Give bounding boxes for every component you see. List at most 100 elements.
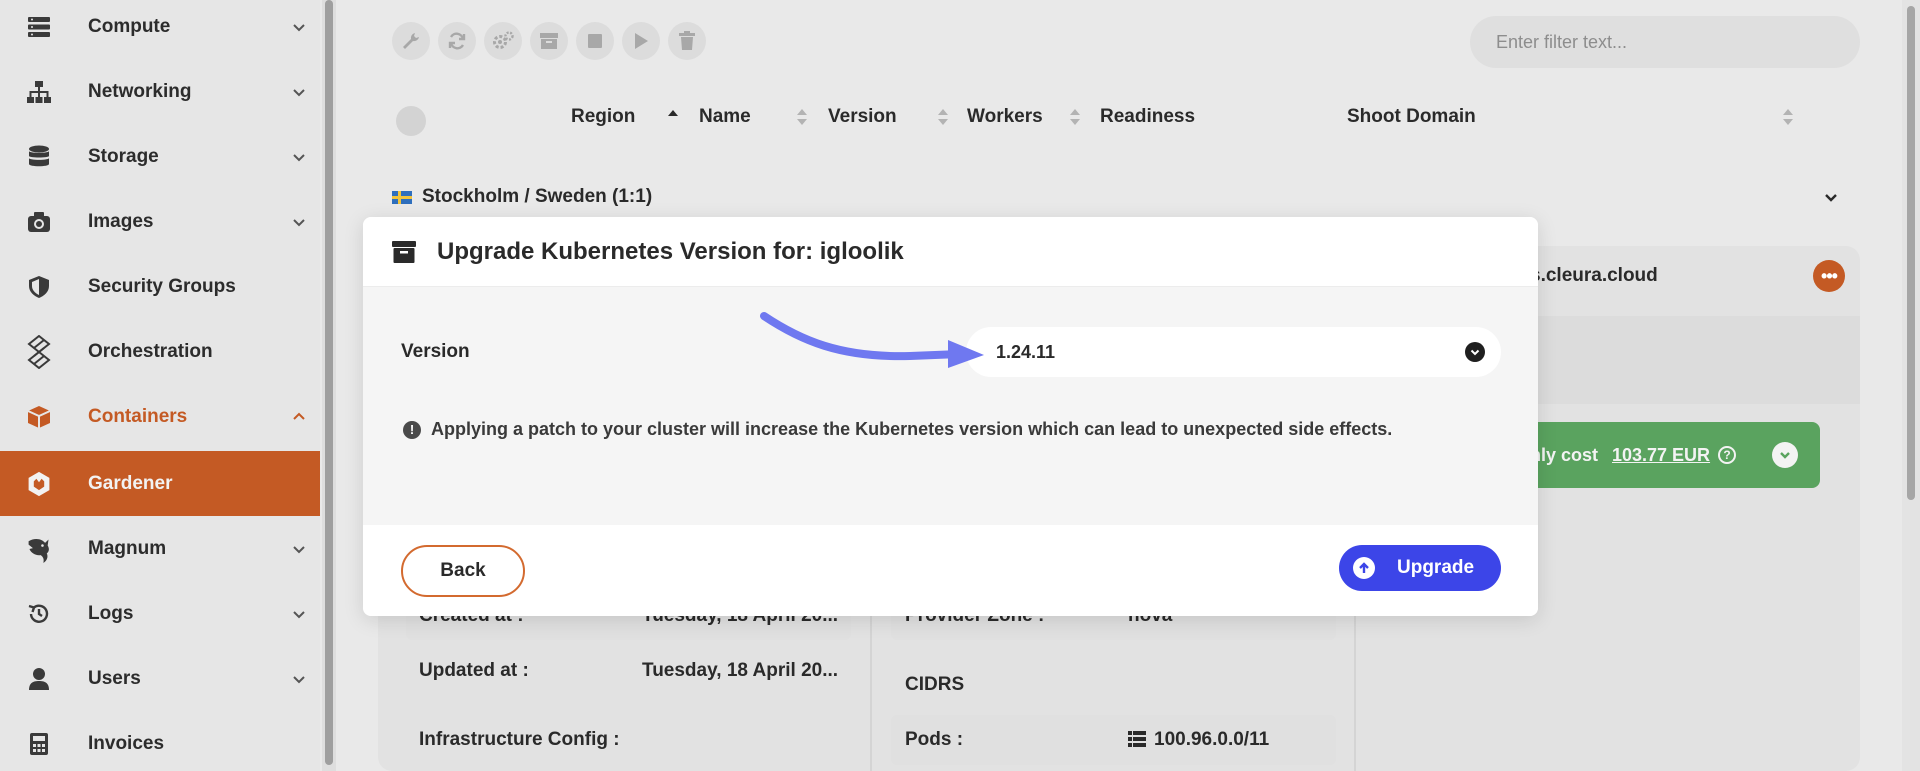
monthly-cost-badge: nly cost 103.77 EUR ?: [1500, 422, 1820, 488]
sidebar-item-label: Invoices: [88, 732, 165, 754]
sidebar-item-compute[interactable]: Compute: [0, 0, 320, 59]
sidebar-item-label: Containers: [88, 405, 188, 427]
user-icon: [26, 666, 52, 692]
sidebar-scrollbar[interactable]: [322, 0, 336, 771]
sidebar-item-magnum[interactable]: Magnum: [0, 516, 320, 581]
archive-icon: [392, 241, 416, 263]
orchestration-icon: [26, 334, 52, 369]
sidebar-item-label: Compute: [88, 15, 171, 37]
chevron-down-icon: [293, 88, 305, 96]
region-group-header[interactable]: Stockholm / Sweden (1:1): [392, 186, 652, 208]
exclamation-circle-icon: !: [403, 420, 421, 439]
updated-at-label: Updated at :: [419, 660, 529, 681]
sidebar: Compute Networking Storage Images Securi…: [0, 0, 320, 771]
warning-message: ! Applying a patch to your cluster will …: [403, 419, 1392, 440]
version-select-value: 1.24.11: [996, 341, 1056, 362]
chevron-down-icon[interactable]: [1822, 188, 1840, 206]
page-scrollbar[interactable]: [1902, 0, 1920, 771]
sidebar-item-label: Networking: [88, 80, 192, 102]
shark-icon: [26, 536, 52, 563]
warning-text: Applying a patch to your cluster will in…: [431, 419, 1393, 439]
column-header-version[interactable]: Version: [828, 106, 897, 128]
sort-icon[interactable]: [1069, 108, 1081, 126]
more-options-button[interactable]: •••: [1813, 260, 1845, 292]
modal-header: Upgrade Kubernetes Version for: igloolik: [363, 217, 1538, 287]
version-select[interactable]: 1.24.11: [966, 327, 1501, 377]
chevron-down-circle-icon: [1465, 342, 1485, 362]
column-header-readiness[interactable]: Readiness: [1100, 106, 1195, 128]
column-header-shoot-domain[interactable]: Shoot Domain: [1347, 106, 1476, 128]
sidebar-item-label: Magnum: [88, 537, 167, 559]
region-group-label: Stockholm / Sweden (1:1): [422, 186, 653, 207]
upgrade-kubernetes-modal: Upgrade Kubernetes Version for: igloolik…: [363, 217, 1538, 616]
cost-value-link[interactable]: 103.77 EUR: [1612, 445, 1710, 466]
sidebar-item-containers[interactable]: Containers: [0, 384, 320, 449]
sidebar-item-images[interactable]: Images: [0, 189, 320, 254]
help-icon[interactable]: ?: [1718, 446, 1736, 464]
sidebar-item-networking[interactable]: Networking: [0, 59, 320, 124]
sidebar-scrollbar-thumb[interactable]: [325, 0, 333, 765]
wrench-icon[interactable]: [392, 22, 430, 60]
sidebar-item-security-groups[interactable]: Security Groups: [0, 254, 320, 319]
chevron-up-icon: [293, 412, 305, 420]
updated-at-value: Tuesday, 18 April 20...: [642, 660, 839, 681]
column-header-region[interactable]: Region: [571, 106, 635, 128]
list-icon: [1128, 731, 1146, 747]
upgrade-button-label: Upgrade: [1397, 557, 1475, 578]
sidebar-item-storage[interactable]: Storage: [0, 124, 320, 189]
pods-value: 100.96.0.0/11: [1154, 729, 1270, 750]
infrastructure-config-label: Infrastructure Config :: [419, 729, 620, 750]
cost-label: nly cost: [1530, 444, 1599, 465]
sidebar-item-label: Images: [88, 210, 154, 232]
gardener-icon: [26, 471, 52, 497]
network-icon: [26, 79, 52, 105]
cidrs-title: CIDRS: [905, 674, 965, 695]
column-header-name[interactable]: Name: [699, 106, 751, 128]
refresh-icon[interactable]: [438, 22, 476, 60]
page-scrollbar-thumb[interactable]: [1907, 6, 1915, 500]
chevron-down-icon: [293, 675, 305, 683]
upgrade-button[interactable]: Upgrade: [1339, 545, 1501, 591]
box-icon: [26, 404, 52, 430]
arrow-up-circle-icon: [1353, 557, 1375, 579]
trash-icon[interactable]: [668, 22, 706, 60]
sweden-flag-icon: [392, 190, 412, 204]
sidebar-item-label: Gardener: [88, 472, 173, 494]
archive-icon[interactable]: [530, 22, 568, 60]
sidebar-item-orchestration[interactable]: Orchestration: [0, 319, 320, 384]
modal-footer: Back Upgrade: [363, 525, 1538, 616]
database-icon: [26, 144, 52, 170]
chevron-down-icon: [293, 610, 305, 618]
stop-icon[interactable]: [576, 22, 614, 60]
chevron-down-icon: [293, 218, 305, 226]
gears-icon[interactable]: [484, 22, 522, 60]
column-header-workers[interactable]: Workers: [967, 106, 1043, 128]
server-icon: [26, 14, 52, 40]
sort-asc-icon[interactable]: [667, 108, 679, 126]
sidebar-item-users[interactable]: Users: [0, 646, 320, 711]
sidebar-item-label: Users: [88, 667, 141, 689]
sidebar-item-gardener[interactable]: Gardener: [0, 451, 320, 516]
modal-title: Upgrade Kubernetes Version for: igloolik: [437, 237, 904, 265]
select-all-checkbox[interactable]: [396, 106, 426, 136]
sort-icon[interactable]: [796, 108, 808, 126]
chevron-down-icon: [293, 23, 305, 31]
sort-icon[interactable]: [1782, 108, 1794, 126]
chevron-down-icon: [293, 153, 305, 161]
version-label: Version: [401, 341, 470, 362]
sidebar-item-invoices[interactable]: Invoices: [0, 711, 320, 771]
sidebar-item-label: Orchestration: [88, 340, 213, 362]
sidebar-item-label: Logs: [88, 602, 134, 624]
sort-icon[interactable]: [937, 108, 949, 126]
history-icon: [26, 601, 52, 627]
sidebar-item-label: Security Groups: [88, 275, 236, 297]
calculator-icon: [26, 731, 52, 757]
pods-label: Pods :: [905, 729, 964, 750]
annotation-arrow-icon: [760, 312, 984, 368]
sidebar-item-label: Storage: [88, 145, 159, 167]
filter-input[interactable]: Enter filter text...: [1470, 16, 1860, 68]
chevron-down-circle-icon[interactable]: [1772, 442, 1798, 468]
sidebar-item-logs[interactable]: Logs: [0, 581, 320, 646]
play-icon[interactable]: [622, 22, 660, 60]
back-button[interactable]: Back: [401, 545, 525, 597]
